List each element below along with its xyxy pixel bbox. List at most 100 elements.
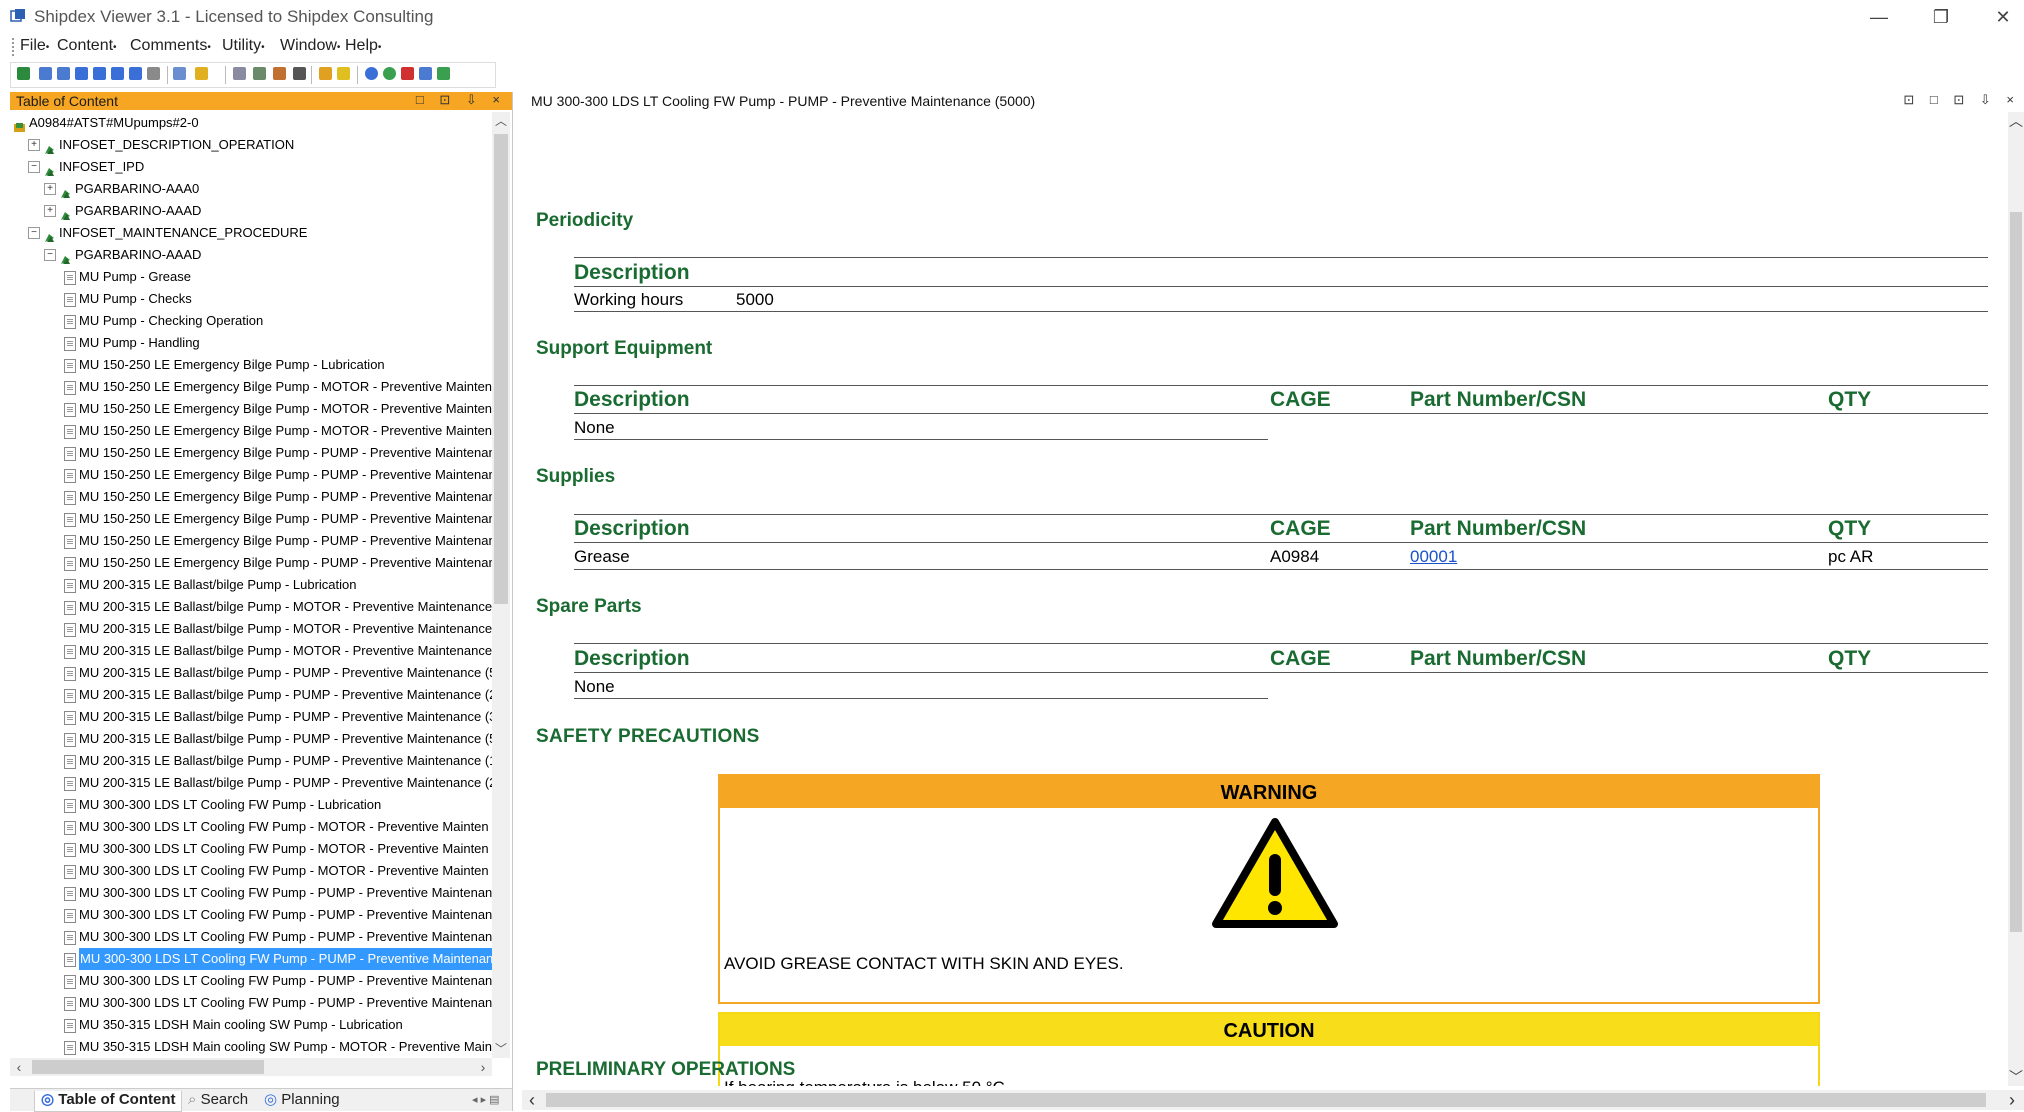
tree-node[interactable]: MU 150-250 LE Emergency Bilge Pump - MOT… [10, 376, 492, 398]
note-icon[interactable] [337, 67, 350, 80]
scroll-thumb[interactable] [546, 1093, 1986, 1107]
globe-icon[interactable] [365, 67, 378, 80]
supplies-part-number-link[interactable]: 00001 [1410, 547, 1457, 567]
scroll-thumb[interactable] [32, 1060, 264, 1074]
tree-node[interactable]: MU Pump - Handling [10, 332, 492, 354]
tree-node[interactable]: MU 200-315 LE Ballast/bilge Pump - PUMP … [10, 728, 492, 750]
scroll-left-icon[interactable]: ‹ [522, 1090, 542, 1110]
tree-node[interactable]: MU 200-315 LE Ballast/bilge Pump - Lubri… [10, 574, 492, 596]
export-icon[interactable] [293, 67, 306, 80]
tree-node[interactable]: MU Pump - Checks [10, 288, 492, 310]
tree-node[interactable]: MU 300-300 LDS LT Cooling FW Pump - Lubr… [10, 794, 492, 816]
menu-comments[interactable]: Comments• [130, 37, 211, 55]
scroll-left-icon[interactable]: ‹ [10, 1058, 28, 1076]
menu-content[interactable]: Content• [57, 37, 117, 55]
print-icon[interactable] [273, 67, 286, 80]
tree-node[interactable]: MU 150-250 LE Emergency Bilge Pump - PUM… [10, 486, 492, 508]
menu-utility[interactable]: Utility• [222, 37, 265, 55]
tree-node[interactable]: MU 300-300 LDS LT Cooling FW Pump - MOTO… [10, 838, 492, 860]
tree-node[interactable]: MU 300-300 LDS LT Cooling FW Pump - PUMP… [10, 948, 492, 970]
arrow-right-icon[interactable] [129, 67, 142, 80]
planning-icon[interactable] [383, 67, 396, 80]
tab-search[interactable]: ⌕ Search [188, 1091, 248, 1111]
tree-node[interactable]: MU 200-315 LE Ballast/bilge Pump - MOTOR… [10, 618, 492, 640]
tree-node[interactable]: MU 200-315 LE Ballast/bilge Pump - PUMP … [10, 772, 492, 794]
collapse-icon[interactable]: − [28, 161, 40, 173]
arrow-left-icon[interactable] [111, 67, 124, 80]
scroll-down-icon[interactable]: ﹀ [2008, 1068, 2024, 1086]
window-icon[interactable] [419, 67, 432, 80]
tree-node[interactable]: − INFOSET_MAINTENANCE_PROCEDURE [10, 222, 492, 244]
tree-node[interactable]: MU 300-300 LDS LT Cooling FW Pump - PUMP… [10, 926, 492, 948]
tools-icon[interactable] [233, 67, 246, 80]
find-icon[interactable] [147, 67, 160, 80]
tree-node[interactable]: MU 150-250 LE Emergency Bilge Pump - Lub… [10, 354, 492, 376]
collapse-icon[interactable]: − [44, 249, 56, 261]
tree-node[interactable]: MU 350-315 LDSH Main cooling SW Pump - L… [10, 1014, 492, 1036]
expand-icon[interactable]: + [44, 183, 56, 195]
document-window-buttons[interactable]: ⊡ □ ⊡ ⇩ × [1903, 92, 2020, 108]
scroll-thumb[interactable] [494, 134, 508, 604]
tree-node[interactable]: + INFOSET_DESCRIPTION_OPERATION [10, 134, 492, 156]
panel-window-buttons[interactable]: □ ⊡ ⇩ × [416, 92, 506, 108]
scroll-down-icon[interactable]: ﹀ [492, 1040, 510, 1058]
tab-table-of-content[interactable]: ◎ Table of Content [34, 1091, 183, 1112]
scroll-right-icon[interactable]: › [2002, 1090, 2022, 1110]
open-icon[interactable] [17, 67, 30, 80]
arrow-down-icon[interactable] [93, 67, 106, 80]
expand-icon[interactable]: + [28, 139, 40, 151]
tree-node[interactable]: A0984#ATST#MUpumps#2-0 [10, 112, 492, 134]
settings-icon[interactable] [253, 67, 266, 80]
bookmark-icon[interactable] [195, 67, 208, 80]
tab-planning[interactable]: ◎ Planning [264, 1091, 340, 1111]
menu-grip[interactable] [12, 38, 17, 56]
tree-node[interactable]: MU 200-315 LE Ballast/bilge Pump - MOTOR… [10, 596, 492, 618]
tree-node[interactable]: MU 150-250 LE Emergency Bilge Pump - PUM… [10, 508, 492, 530]
sync-icon[interactable] [437, 67, 450, 80]
tree-node[interactable]: MU 150-250 LE Emergency Bilge Pump - MOT… [10, 420, 492, 442]
close-button[interactable]: ✕ [1980, 4, 2024, 30]
arrow-up-icon[interactable] [75, 67, 88, 80]
tree-node[interactable]: + PGARBARINO-AAAD [10, 200, 492, 222]
tree-node[interactable]: MU 300-300 LDS LT Cooling FW Pump - MOTO… [10, 860, 492, 882]
tree-node[interactable]: MU 150-250 LE Emergency Bilge Pump - PUM… [10, 530, 492, 552]
tree-node[interactable]: MU 300-300 LDS LT Cooling FW Pump - PUMP… [10, 882, 492, 904]
tree-node[interactable]: MU 200-315 LE Ballast/bilge Pump - MOTOR… [10, 640, 492, 662]
menu-file[interactable]: File• [20, 37, 49, 55]
tree-node[interactable]: MU 350-315 LDSH Main cooling SW Pump - M… [10, 1036, 492, 1058]
tree-node[interactable]: MU 300-300 LDS LT Cooling FW Pump - PUMP… [10, 904, 492, 926]
zoom-in-icon[interactable] [39, 67, 52, 80]
tree-node[interactable]: MU 150-250 LE Emergency Bilge Pump - PUM… [10, 442, 492, 464]
zoom-out-icon[interactable] [57, 67, 70, 80]
tab-nav-buttons[interactable]: ◂ ▸ ▤ [472, 1091, 500, 1111]
tree-node[interactable]: MU Pump - Checking Operation [10, 310, 492, 332]
document-vertical-scrollbar[interactable]: ︿ ﹀ [2008, 112, 2024, 1086]
tree-node[interactable]: MU 150-250 LE Emergency Bilge Pump - PUM… [10, 464, 492, 486]
stop-icon[interactable] [401, 67, 414, 80]
scroll-thumb[interactable] [2010, 212, 2022, 932]
tree-node[interactable]: MU 300-300 LDS LT Cooling FW Pump - MOTO… [10, 816, 492, 838]
tree-node[interactable]: MU 300-300 LDS LT Cooling FW Pump - PUMP… [10, 970, 492, 992]
tree-node[interactable]: MU 150-250 LE Emergency Bilge Pump - MOT… [10, 398, 492, 420]
menu-window[interactable]: Window• [280, 37, 340, 55]
tree-node[interactable]: MU 200-315 LE Ballast/bilge Pump - PUMP … [10, 706, 492, 728]
tree-node[interactable]: MU 300-300 LDS LT Cooling FW Pump - PUMP… [10, 992, 492, 1014]
tree-node[interactable]: MU 150-250 LE Emergency Bilge Pump - PUM… [10, 552, 492, 574]
tree-node[interactable]: − PGARBARINO-AAAD [10, 244, 492, 266]
comment-icon[interactable] [319, 67, 332, 80]
toc-vertical-scrollbar[interactable]: ︿ ﹀ [492, 112, 510, 1058]
scroll-up-icon[interactable]: ︿ [2008, 112, 2024, 130]
document-horizontal-scrollbar[interactable]: ‹ › [522, 1090, 2024, 1110]
restore-button[interactable]: ❐ [1918, 4, 1964, 30]
tree-node[interactable]: MU 200-315 LE Ballast/bilge Pump - PUMP … [10, 684, 492, 706]
tree-node[interactable]: MU 200-315 LE Ballast/bilge Pump - PUMP … [10, 662, 492, 684]
refresh-icon[interactable] [173, 67, 186, 80]
scroll-up-icon[interactable]: ︿ [492, 112, 510, 130]
minimize-button[interactable]: — [1856, 4, 1902, 30]
expand-icon[interactable]: + [44, 205, 56, 217]
tree-node[interactable]: + PGARBARINO-AAA0 [10, 178, 492, 200]
menu-help[interactable]: Help• [345, 37, 381, 55]
scroll-right-icon[interactable]: › [474, 1058, 492, 1076]
tree-node[interactable]: MU Pump - Grease [10, 266, 492, 288]
collapse-icon[interactable]: − [28, 227, 40, 239]
